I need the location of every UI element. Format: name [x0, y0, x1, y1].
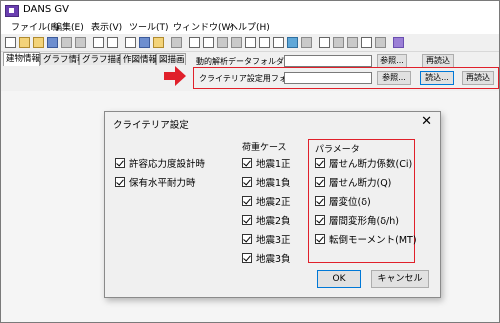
zoom-out-icon[interactable]	[273, 37, 284, 48]
zoom-in-icon[interactable]	[259, 37, 270, 48]
stack-alt-icon[interactable]	[347, 37, 358, 48]
ultimate-strength-label: 保有水平耐力時	[129, 178, 196, 189]
parameter-checkbox[interactable]	[315, 177, 325, 187]
red-arrow-icon	[164, 66, 186, 86]
list-icon[interactable]	[361, 37, 372, 48]
parameter-label: 転倒モーメント(MT)	[329, 235, 417, 246]
window-title: DANS GV	[23, 4, 69, 15]
title-bar: DANS GV	[1, 1, 499, 19]
menu-window[interactable]: ウィンドウ(W)	[173, 20, 234, 33]
copy-icon[interactable]	[139, 37, 150, 48]
load-case-label: 地震2正	[256, 197, 291, 208]
dans-icon[interactable]	[393, 37, 404, 48]
criteria-settings-dialog: クライテリア設定 ✕ 許容応力度設計時 保有水平耐力時 荷重ケース 地震1正 地…	[104, 111, 441, 298]
allowable-stress-label: 許容応力度設計時	[129, 159, 206, 170]
tab-drawing-info[interactable]: 作図情報	[120, 53, 157, 65]
menu-tools[interactable]: ツール(T)	[129, 20, 169, 33]
app-logo-icon	[5, 5, 19, 17]
parameter-label: 層せん断力係数(Ci)	[329, 159, 413, 170]
tab-graph-draw[interactable]: グラフ描画	[79, 53, 125, 65]
load-case-checkbox[interactable]	[242, 177, 252, 187]
parameter-label: 層変位(δ)	[329, 197, 371, 208]
open-file-icon[interactable]	[33, 37, 44, 48]
load-case-checkbox[interactable]	[242, 253, 252, 263]
print-icon[interactable]	[75, 37, 86, 48]
load-case-checkbox[interactable]	[242, 196, 252, 206]
tab-graph-info[interactable]: グラフ情報	[40, 53, 86, 65]
tab-drawing[interactable]: 図描画	[156, 53, 186, 65]
criteria-folder-input[interactable]	[284, 72, 372, 84]
ok-button[interactable]: OK	[317, 270, 361, 288]
page-icon[interactable]	[245, 37, 256, 48]
save-as-icon[interactable]	[61, 37, 72, 48]
close-icon[interactable]: ✕	[421, 114, 432, 129]
dialog-title: クライテリア設定	[113, 120, 189, 131]
toolbar	[1, 34, 499, 52]
filter-icon[interactable]	[203, 37, 214, 48]
dynamic-analysis-folder-input[interactable]	[284, 55, 372, 67]
criteria-folder-reload-button[interactable]: 再読込	[462, 71, 494, 85]
menu-file[interactable]: ファイル(F)	[11, 20, 59, 33]
table-icon[interactable]	[217, 37, 228, 48]
load-case-label: 地震1正	[256, 159, 291, 170]
sort-icon[interactable]	[189, 37, 200, 48]
delete-icon[interactable]	[171, 37, 182, 48]
box-icon[interactable]	[301, 37, 312, 48]
cut-icon[interactable]	[125, 37, 136, 48]
load-case-checkbox[interactable]	[242, 234, 252, 244]
load-case-label: 地震1負	[256, 178, 291, 189]
parameter-checkbox[interactable]	[315, 196, 325, 206]
layers-icon[interactable]	[319, 37, 330, 48]
undo-icon[interactable]	[93, 37, 104, 48]
menu-bar: ファイル(F) 編集(E) 表示(V) ツール(T) ウィンドウ(W) ヘルプ(…	[1, 19, 499, 34]
menu-help[interactable]: ヘルプ(H)	[229, 20, 270, 33]
cancel-button[interactable]: キャンセル	[371, 270, 429, 288]
grid-alt-icon[interactable]	[375, 37, 386, 48]
tab-building-info[interactable]: 建物情報	[3, 52, 40, 66]
main-window: DANS GV ファイル(F) 編集(E) 表示(V) ツール(T) ウィンドウ…	[0, 0, 500, 323]
save-icon[interactable]	[47, 37, 58, 48]
menu-edit[interactable]: 編集(E)	[53, 20, 84, 33]
allowable-stress-checkbox[interactable]	[115, 158, 125, 168]
load-case-label: 地震2負	[256, 216, 291, 227]
load-case-label: 地震3負	[256, 254, 291, 265]
parameter-group-title: パラメータ	[315, 145, 360, 155]
load-case-checkbox[interactable]	[242, 158, 252, 168]
paste-icon[interactable]	[153, 37, 164, 48]
ultimate-strength-checkbox[interactable]	[115, 177, 125, 187]
load-case-checkbox[interactable]	[242, 215, 252, 225]
load-case-group-title: 荷重ケース	[242, 143, 287, 153]
load-case-label: 地震3正	[256, 235, 291, 246]
stack-icon[interactable]	[333, 37, 344, 48]
open-folder-icon[interactable]	[19, 37, 30, 48]
new-file-icon[interactable]	[5, 37, 16, 48]
grid-icon[interactable]	[231, 37, 242, 48]
chart-icon[interactable]	[287, 37, 298, 48]
parameter-checkbox[interactable]	[315, 234, 325, 244]
menu-view[interactable]: 表示(V)	[91, 20, 122, 33]
parameter-checkbox[interactable]	[315, 158, 325, 168]
dynamic-analysis-folder-label: 動的解析データフォルダ	[196, 57, 284, 66]
parameter-label: 層間変形角(δ/h)	[329, 216, 399, 227]
redo-icon[interactable]	[107, 37, 118, 48]
parameter-label: 層せん断力(Q)	[329, 178, 392, 189]
criteria-folder-browse-button[interactable]: 参照...	[377, 71, 411, 85]
dynamic-folder-reload-button[interactable]: 再読込	[422, 54, 454, 68]
criteria-folder-load-button[interactable]: 読込...	[420, 71, 454, 85]
parameter-checkbox[interactable]	[315, 215, 325, 225]
dynamic-folder-browse-button[interactable]: 参照...	[377, 54, 407, 68]
